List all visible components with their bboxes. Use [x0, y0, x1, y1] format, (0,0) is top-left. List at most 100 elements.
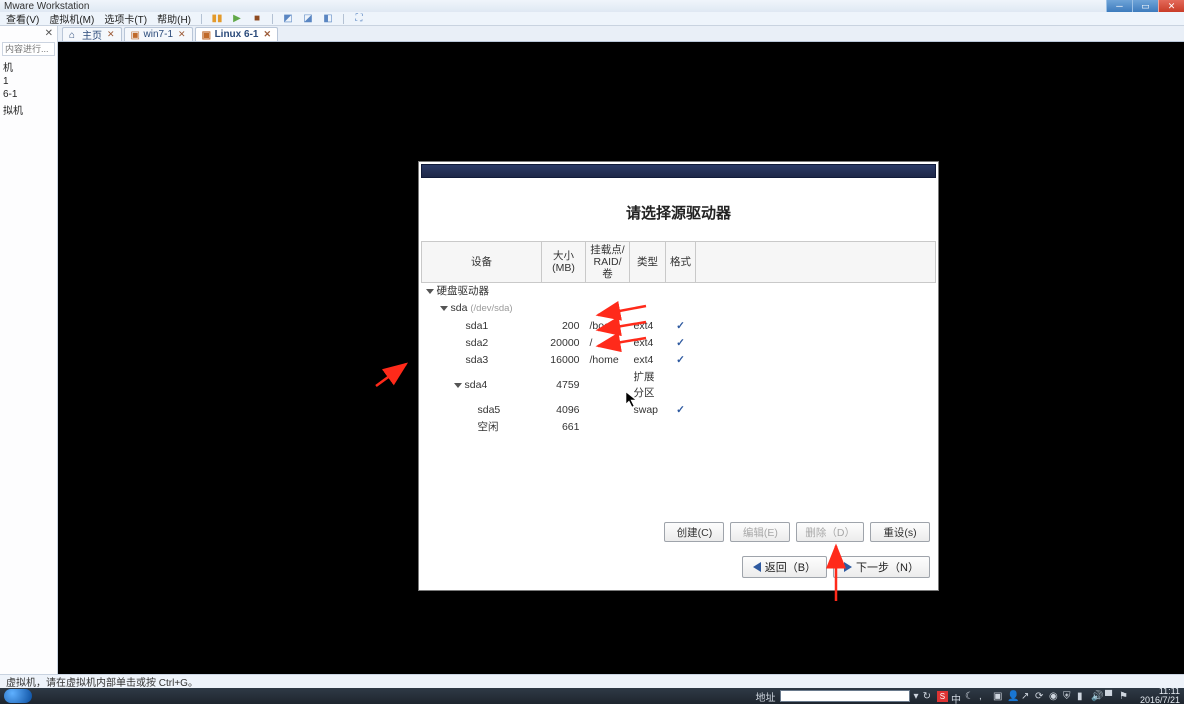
partition-row[interactable]: sda2 20000 / ext4 ✓: [422, 335, 936, 352]
expand-icon[interactable]: [440, 306, 448, 311]
library-search-input[interactable]: [2, 42, 55, 56]
moon-icon[interactable]: ☾: [965, 691, 976, 702]
library-sidebar: ✕ 机 1 6-1 拟机: [0, 26, 58, 674]
sidebar-close-icon[interactable]: ✕: [45, 28, 53, 39]
dropdown-icon[interactable]: ▾: [914, 691, 919, 702]
vm-display[interactable]: ⌂ 主页 ✕ ▣ win7-1 ✕ ▣ Linux 6-1 ✕: [58, 26, 1184, 674]
tab-close-icon[interactable]: ✕: [178, 29, 186, 40]
window-minimize-button[interactable]: ─: [1106, 0, 1132, 12]
snapshot-icon[interactable]: ◩: [283, 14, 293, 24]
windows-taskbar: 地址 ▾ ↻ S 中 ☾ , ▣ 👤 ↗ ⟳ ◉ ⛨ ▮ 🔊 ▀ ⚑ 11:11…: [0, 688, 1184, 704]
tab-close-icon[interactable]: ✕: [107, 29, 115, 40]
tab-win7[interactable]: ▣ win7-1 ✕: [124, 27, 193, 41]
dialog-title: 请选择源驱动器: [419, 202, 938, 223]
clock-date: 2016/7/21: [1140, 696, 1180, 704]
tab-label: win7-1: [144, 29, 173, 40]
tab-label: Linux 6-1: [215, 29, 259, 40]
window-close-button[interactable]: ✕: [1158, 0, 1184, 12]
partition-buttons: 创建(C) 编辑(E) 删除（D） 重设(s): [419, 516, 938, 552]
installer-dialog: 请选择源驱动器 设备 大小 (MB) 挂载点/ RAID/卷 类型 格式: [418, 161, 939, 591]
next-button[interactable]: 下一步（N）: [833, 556, 930, 578]
col-spacer: [696, 242, 936, 283]
vmware-status-bar: 虚拟机，请在虚拟机内部单击或按 Ctrl+G。: [0, 674, 1184, 688]
separator: [343, 14, 344, 24]
reset-button[interactable]: 重设(s): [870, 522, 930, 542]
shield-icon[interactable]: ⛨: [1063, 691, 1074, 702]
revert-icon[interactable]: ◧: [323, 14, 333, 24]
home-icon: ⌂: [69, 30, 79, 40]
s-icon[interactable]: S: [937, 691, 948, 702]
menu-bar: 查看(V) 虚拟机(M) 选项卡(T) 帮助(H) ▮▮ ▶ ■ ◩ ◪ ◧ ⛶: [0, 12, 1184, 26]
globe-icon[interactable]: ◉: [1049, 691, 1060, 702]
partition-row[interactable]: sda5 4096 swap ✓: [422, 402, 936, 419]
check-icon: ✓: [676, 320, 685, 332]
check-icon: ✓: [676, 404, 685, 416]
partition-row[interactable]: sda3 16000 /home ext4 ✓: [422, 352, 936, 369]
expand-icon[interactable]: [454, 383, 462, 388]
taskbar-clock[interactable]: 11:11 2016/7/21: [1140, 687, 1180, 704]
fullscreen-icon[interactable]: ⛶: [354, 14, 364, 24]
tab-label: 主页: [82, 27, 102, 42]
tabs-bar: ⌂ 主页 ✕ ▣ win7-1 ✕ ▣ Linux 6-1 ✕: [58, 26, 1184, 42]
expand-icon[interactable]: [426, 289, 434, 294]
stop-icon[interactable]: ■: [252, 14, 262, 24]
flag-icon[interactable]: ⚑: [1119, 691, 1130, 702]
check-icon: ✓: [676, 337, 685, 349]
delete-button[interactable]: 删除（D）: [796, 522, 864, 542]
nav-buttons: 返回（B） 下一步（N）: [419, 552, 938, 590]
refresh-icon[interactable]: ⟳: [1035, 691, 1046, 702]
status-hint: 虚拟机，请在虚拟机内部单击或按 Ctrl+G。: [6, 674, 198, 689]
battery-icon[interactable]: ▮: [1077, 691, 1088, 702]
pause-icon[interactable]: ▮▮: [212, 14, 222, 24]
col-size[interactable]: 大小 (MB): [542, 242, 586, 283]
separator: [272, 14, 273, 24]
snapshot-manager-icon[interactable]: ◪: [303, 14, 313, 24]
play-icon[interactable]: ▶: [232, 14, 242, 24]
tab-linux[interactable]: ▣ Linux 6-1 ✕: [195, 27, 278, 41]
menu-help[interactable]: 帮助(H): [157, 11, 191, 26]
go-icon[interactable]: ↻: [923, 691, 931, 702]
col-format[interactable]: 格式: [666, 242, 696, 283]
start-button[interactable]: [4, 689, 32, 703]
lang-icon[interactable]: ,: [979, 691, 990, 702]
user-icon[interactable]: 👤: [1007, 691, 1018, 702]
tree-disk-row[interactable]: sda (/dev/sda): [422, 300, 936, 317]
menu-view[interactable]: 查看(V): [6, 11, 39, 26]
partition-row[interactable]: 空闲 661: [422, 419, 936, 436]
library-item[interactable]: 机: [0, 58, 57, 75]
menu-vm[interactable]: 虚拟机(M): [49, 11, 94, 26]
library-item[interactable]: 6-1: [0, 88, 57, 101]
back-button[interactable]: 返回（B）: [742, 556, 827, 578]
tab-home[interactable]: ⌂ 主页 ✕: [62, 27, 122, 41]
link-icon[interactable]: ↗: [1021, 691, 1032, 702]
window-maximize-button[interactable]: ▭: [1132, 0, 1158, 12]
address-input[interactable]: [780, 690, 910, 702]
menu-tabs[interactable]: 选项卡(T): [104, 11, 147, 26]
vm-icon: ▣: [131, 30, 141, 40]
address-label: 地址: [756, 689, 776, 704]
col-device[interactable]: 设备: [422, 242, 542, 283]
partition-row[interactable]: sda4 4759 扩展分区: [422, 369, 936, 401]
separator: [201, 14, 202, 24]
library-item[interactable]: 拟机: [0, 101, 57, 118]
arrow-left-icon: [753, 562, 761, 572]
system-tray: S 中 ☾ , ▣ 👤 ↗ ⟳ ◉ ⛨ ▮ 🔊 ▀ ⚑: [937, 691, 1130, 702]
library-item[interactable]: 1: [0, 75, 57, 88]
create-button[interactable]: 创建(C): [664, 522, 724, 542]
tree-root-row[interactable]: 硬盘驱动器: [422, 283, 936, 301]
network-icon[interactable]: ▀: [1105, 691, 1116, 702]
col-type[interactable]: 类型: [630, 242, 666, 283]
dialog-header-bar: [421, 164, 936, 178]
col-mount[interactable]: 挂载点/ RAID/卷: [586, 242, 630, 283]
tab-close-icon[interactable]: ✕: [263, 29, 271, 40]
monitor-icon[interactable]: ▣: [993, 691, 1004, 702]
partition-table: 设备 大小 (MB) 挂载点/ RAID/卷 类型 格式 硬盘驱动器: [421, 241, 936, 516]
arrow-right-icon: [844, 562, 852, 572]
volume-icon[interactable]: 🔊: [1091, 691, 1102, 702]
ime-icon[interactable]: 中: [951, 691, 962, 702]
check-icon: ✓: [676, 354, 685, 366]
edit-button[interactable]: 编辑(E): [730, 522, 790, 542]
vm-icon: ▣: [202, 30, 212, 40]
partition-row[interactable]: sda1 200 /boot ext4 ✓: [422, 318, 936, 335]
window-title: Mware Workstation: [4, 1, 1180, 12]
